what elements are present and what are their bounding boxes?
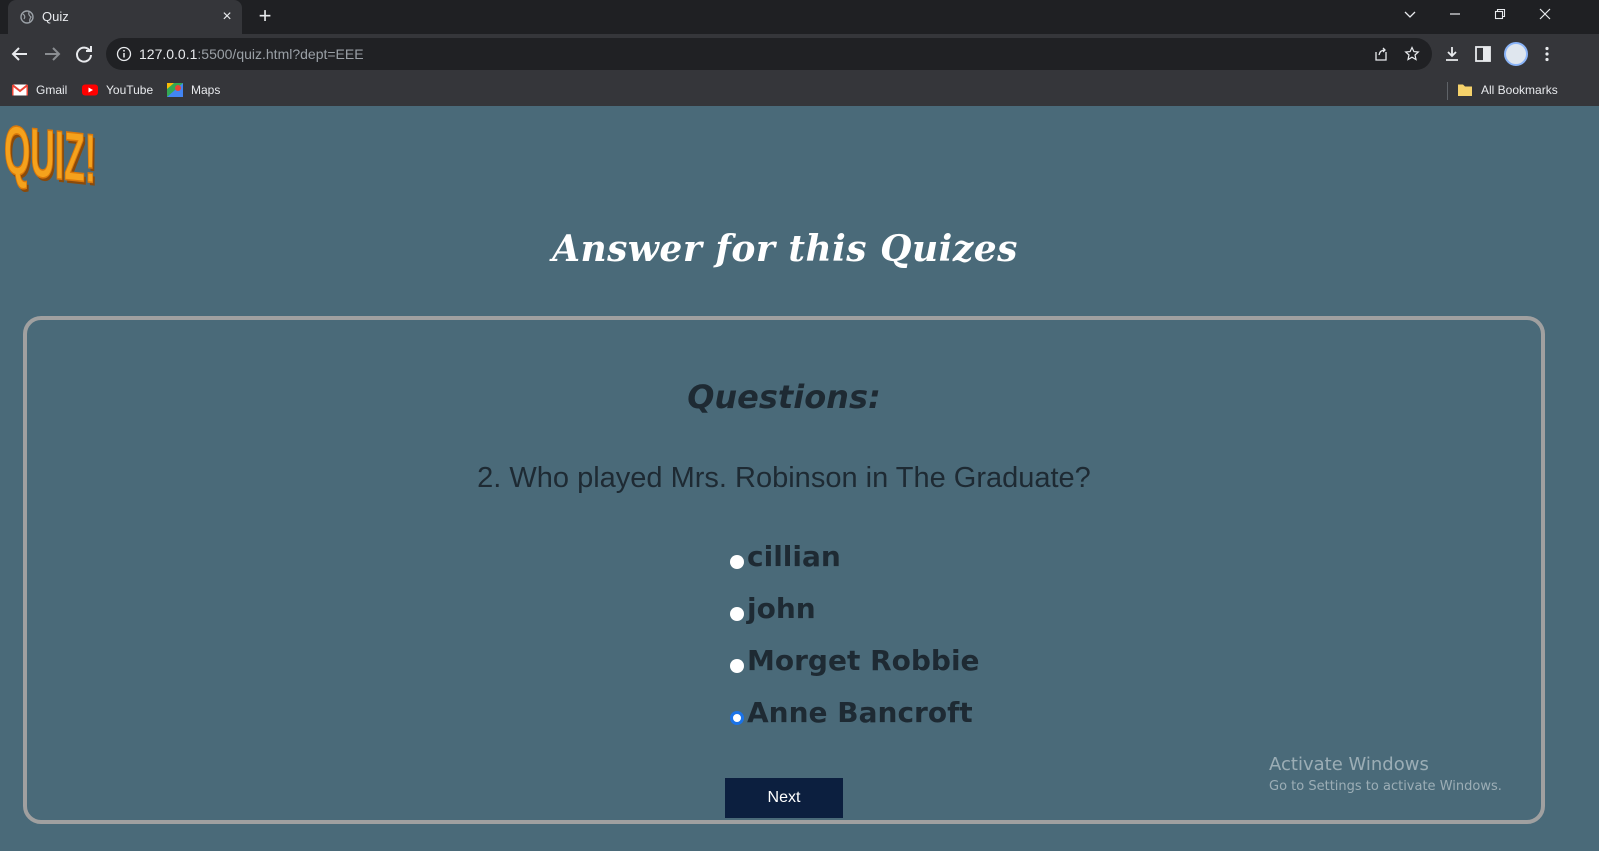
questions-heading: Questions: [687,378,881,416]
radio-button-selected[interactable] [730,711,744,725]
activate-windows-watermark: Activate Windows Go to Settings to activ… [1269,754,1502,794]
globe-icon [20,10,34,24]
radio-button[interactable] [730,555,744,569]
answer-option[interactable]: Morget Robbie [727,644,1127,696]
answer-option[interactable]: Anne Bancroft [727,696,1127,748]
gmail-icon [12,84,28,96]
minimize-icon[interactable] [1433,0,1477,30]
site-info-icon[interactable] [116,46,132,62]
page-body: QUIZ! QUIZ! Answer for this Quizes Quest… [0,106,1599,851]
side-panel-icon[interactable] [1474,45,1492,63]
option-label[interactable]: cillian [747,540,841,573]
next-button[interactable]: Next [725,778,843,818]
restore-icon[interactable] [1478,0,1522,30]
watermark-title: Activate Windows [1269,754,1429,775]
tab-title: Quiz [42,9,69,24]
tab-quiz[interactable]: Quiz × [8,0,242,34]
tab-search-icon[interactable] [1388,0,1432,30]
bookmark-label: Maps [191,83,221,97]
new-tab-button[interactable]: + [254,5,276,27]
option-label[interactable]: Morget Robbie [747,644,980,677]
url-text[interactable]: 127.0.0.1:5500/quiz.html?dept=EEE [139,46,364,62]
all-bookmarks[interactable]: All Bookmarks [1457,81,1558,99]
radio-button[interactable] [730,607,744,621]
share-icon[interactable] [1373,46,1389,62]
profile-avatar[interactable] [1504,42,1528,66]
address-bar[interactable]: 127.0.0.1:5500/quiz.html?dept=EEE [106,38,1432,70]
youtube-icon [82,84,98,96]
option-label[interactable]: john [747,592,816,625]
bookmark-label: YouTube [106,83,154,97]
watermark-subtitle: Go to Settings to activate Windows. [1269,779,1502,794]
question-text: 2. Who played Mrs. Robinson in The Gradu… [477,462,1091,494]
maps-icon [167,83,183,97]
radio-button[interactable] [730,659,744,673]
folder-icon [1458,84,1472,96]
bookmark-star-icon[interactable] [1404,46,1420,62]
option-label[interactable]: Anne Bancroft [747,696,973,729]
forward-arrow-icon[interactable] [40,42,64,66]
quiz-logo: QUIZ! QUIZ! [3,112,98,192]
download-icon[interactable] [1443,45,1461,63]
all-bookmarks-label: All Bookmarks [1481,83,1558,97]
url-path: :5500/quiz.html?dept=EEE [197,46,364,62]
bookmark-separator [1447,82,1448,100]
bookmark-gmail[interactable]: Gmail [12,81,67,99]
tab-strip: Quiz × + [0,0,1599,34]
bookmark-maps[interactable]: Maps [167,81,220,99]
browser-toolbar: 127.0.0.1:5500/quiz.html?dept=EEE [0,34,1599,74]
menu-dots-icon[interactable] [1538,45,1556,63]
page-title: Answer for this Quizes [552,228,1018,270]
close-window-icon[interactable] [1523,0,1567,30]
reload-icon[interactable] [72,42,96,66]
quiz-card: Questions: 2. Who played Mrs. Robinson i… [23,316,1545,824]
bookmark-youtube[interactable]: YouTube [82,81,153,99]
bookmark-label: Gmail [36,83,68,97]
answer-options: cillian john Morget Robbie Anne Bancroft [727,540,1127,748]
url-host: 127.0.0.1 [139,46,198,62]
answer-option[interactable]: cillian [727,540,1127,592]
back-arrow-icon[interactable] [8,42,32,66]
answer-option[interactable]: john [727,592,1127,644]
bookmarks-bar: Gmail YouTube Maps All Bookmarks [0,74,1599,106]
svg-text:QUIZ!: QUIZ! [4,112,96,192]
tab-close-icon[interactable]: × [218,8,236,26]
